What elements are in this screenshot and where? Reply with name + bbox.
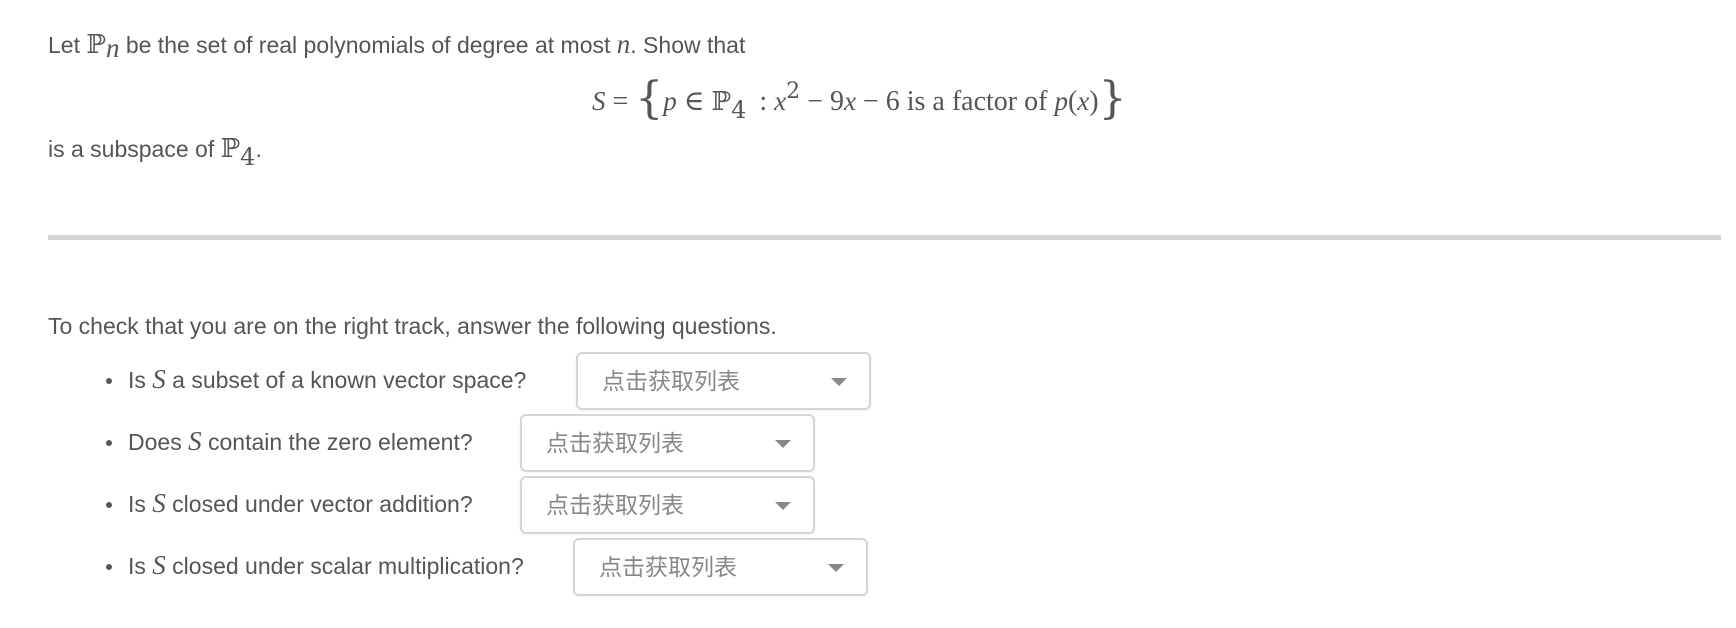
chevron-down-icon — [831, 378, 847, 386]
problem-conclusion: is a subspace of ℙ4. — [48, 134, 262, 171]
intro-degree-variable: n — [616, 29, 631, 59]
section-divider — [48, 235, 1721, 240]
intro-after: . Show that — [630, 32, 746, 58]
intro-before: Let — [48, 32, 80, 58]
question-1-bullet — [106, 378, 112, 384]
eq-x: x — [774, 86, 787, 116]
question-3-bullet — [106, 502, 112, 508]
question-4-bullet — [106, 564, 112, 570]
question-2-text: Does S contain the zero element? — [128, 426, 473, 456]
problem-intro: Let ℙn be the set of real polynomials of… — [48, 29, 746, 62]
question-1-dropdown-label: 点击获取列表 — [602, 369, 740, 395]
eq-close-brace: } — [1098, 73, 1127, 124]
question-3-text: Is S closed under vector addition? — [128, 488, 473, 518]
question-1-dropdown[interactable]: 点击获取列表 — [576, 352, 871, 410]
eq-equals: = — [612, 86, 629, 117]
eq-p: p — [1054, 86, 1068, 116]
eq-lhs: S — [592, 86, 606, 116]
chevron-down-icon — [775, 502, 791, 510]
eq-phrase: is a factor of — [906, 86, 1048, 117]
conclusion-set-symbol: ℙ — [220, 134, 241, 164]
question-3-dropdown-label: 点击获取列表 — [546, 493, 684, 519]
conclusion-text: is a subspace of — [48, 136, 215, 162]
eq-paren-open: ( — [1067, 86, 1078, 117]
chevron-down-icon — [775, 440, 791, 448]
question-4-dropdown[interactable]: 点击获取列表 — [573, 538, 868, 596]
polynomial-space-subscript: n — [105, 33, 120, 63]
chevron-down-icon — [828, 564, 844, 572]
conclusion-period: . — [255, 136, 262, 162]
eq-open-brace: { — [635, 73, 664, 124]
polynomial-space-symbol: ℙ — [86, 30, 106, 60]
conclusion-set-subscript: 4 — [240, 143, 256, 171]
eq-in: ∈ — [683, 86, 705, 117]
set-definition-equation: S = {p ∈ ℙ4 : x2 − 9x − 6 is a factor of… — [592, 70, 1127, 124]
eq-arg: x — [1077, 86, 1090, 116]
eq-constant: 6 — [885, 86, 900, 117]
question-4-text: Is S closed under scalar multiplication? — [128, 550, 524, 580]
question-2-bullet — [106, 440, 112, 446]
eq-set-subscript: 4 — [731, 96, 747, 124]
question-1-variable: S — [152, 364, 166, 394]
eq-coefficient: 9 — [829, 86, 844, 117]
check-prompt: To check that you are on the right track… — [48, 313, 777, 339]
eq-element: p — [663, 86, 677, 116]
eq-exponent: 2 — [786, 79, 801, 104]
question-2-dropdown[interactable]: 点击获取列表 — [520, 414, 815, 472]
eq-x-linear: x — [843, 86, 856, 116]
eq-minus-1: − — [807, 86, 823, 117]
question-4-dropdown-label: 点击获取列表 — [599, 555, 737, 581]
question-3-dropdown[interactable]: 点击获取列表 — [520, 476, 815, 534]
eq-set: ℙ — [711, 87, 732, 117]
eq-paren-close: ) — [1089, 86, 1099, 117]
question-3-variable: S — [152, 488, 166, 518]
eq-minus-2: − — [862, 86, 879, 117]
eq-colon: : — [759, 86, 768, 117]
question-2-variable: S — [188, 426, 202, 456]
question-4-variable: S — [152, 550, 166, 580]
intro-mid: be the set of real polynomials of degree… — [125, 32, 611, 58]
question-1-text: Is S a subset of a known vector space? — [128, 364, 527, 394]
question-2-dropdown-label: 点击获取列表 — [546, 431, 684, 457]
